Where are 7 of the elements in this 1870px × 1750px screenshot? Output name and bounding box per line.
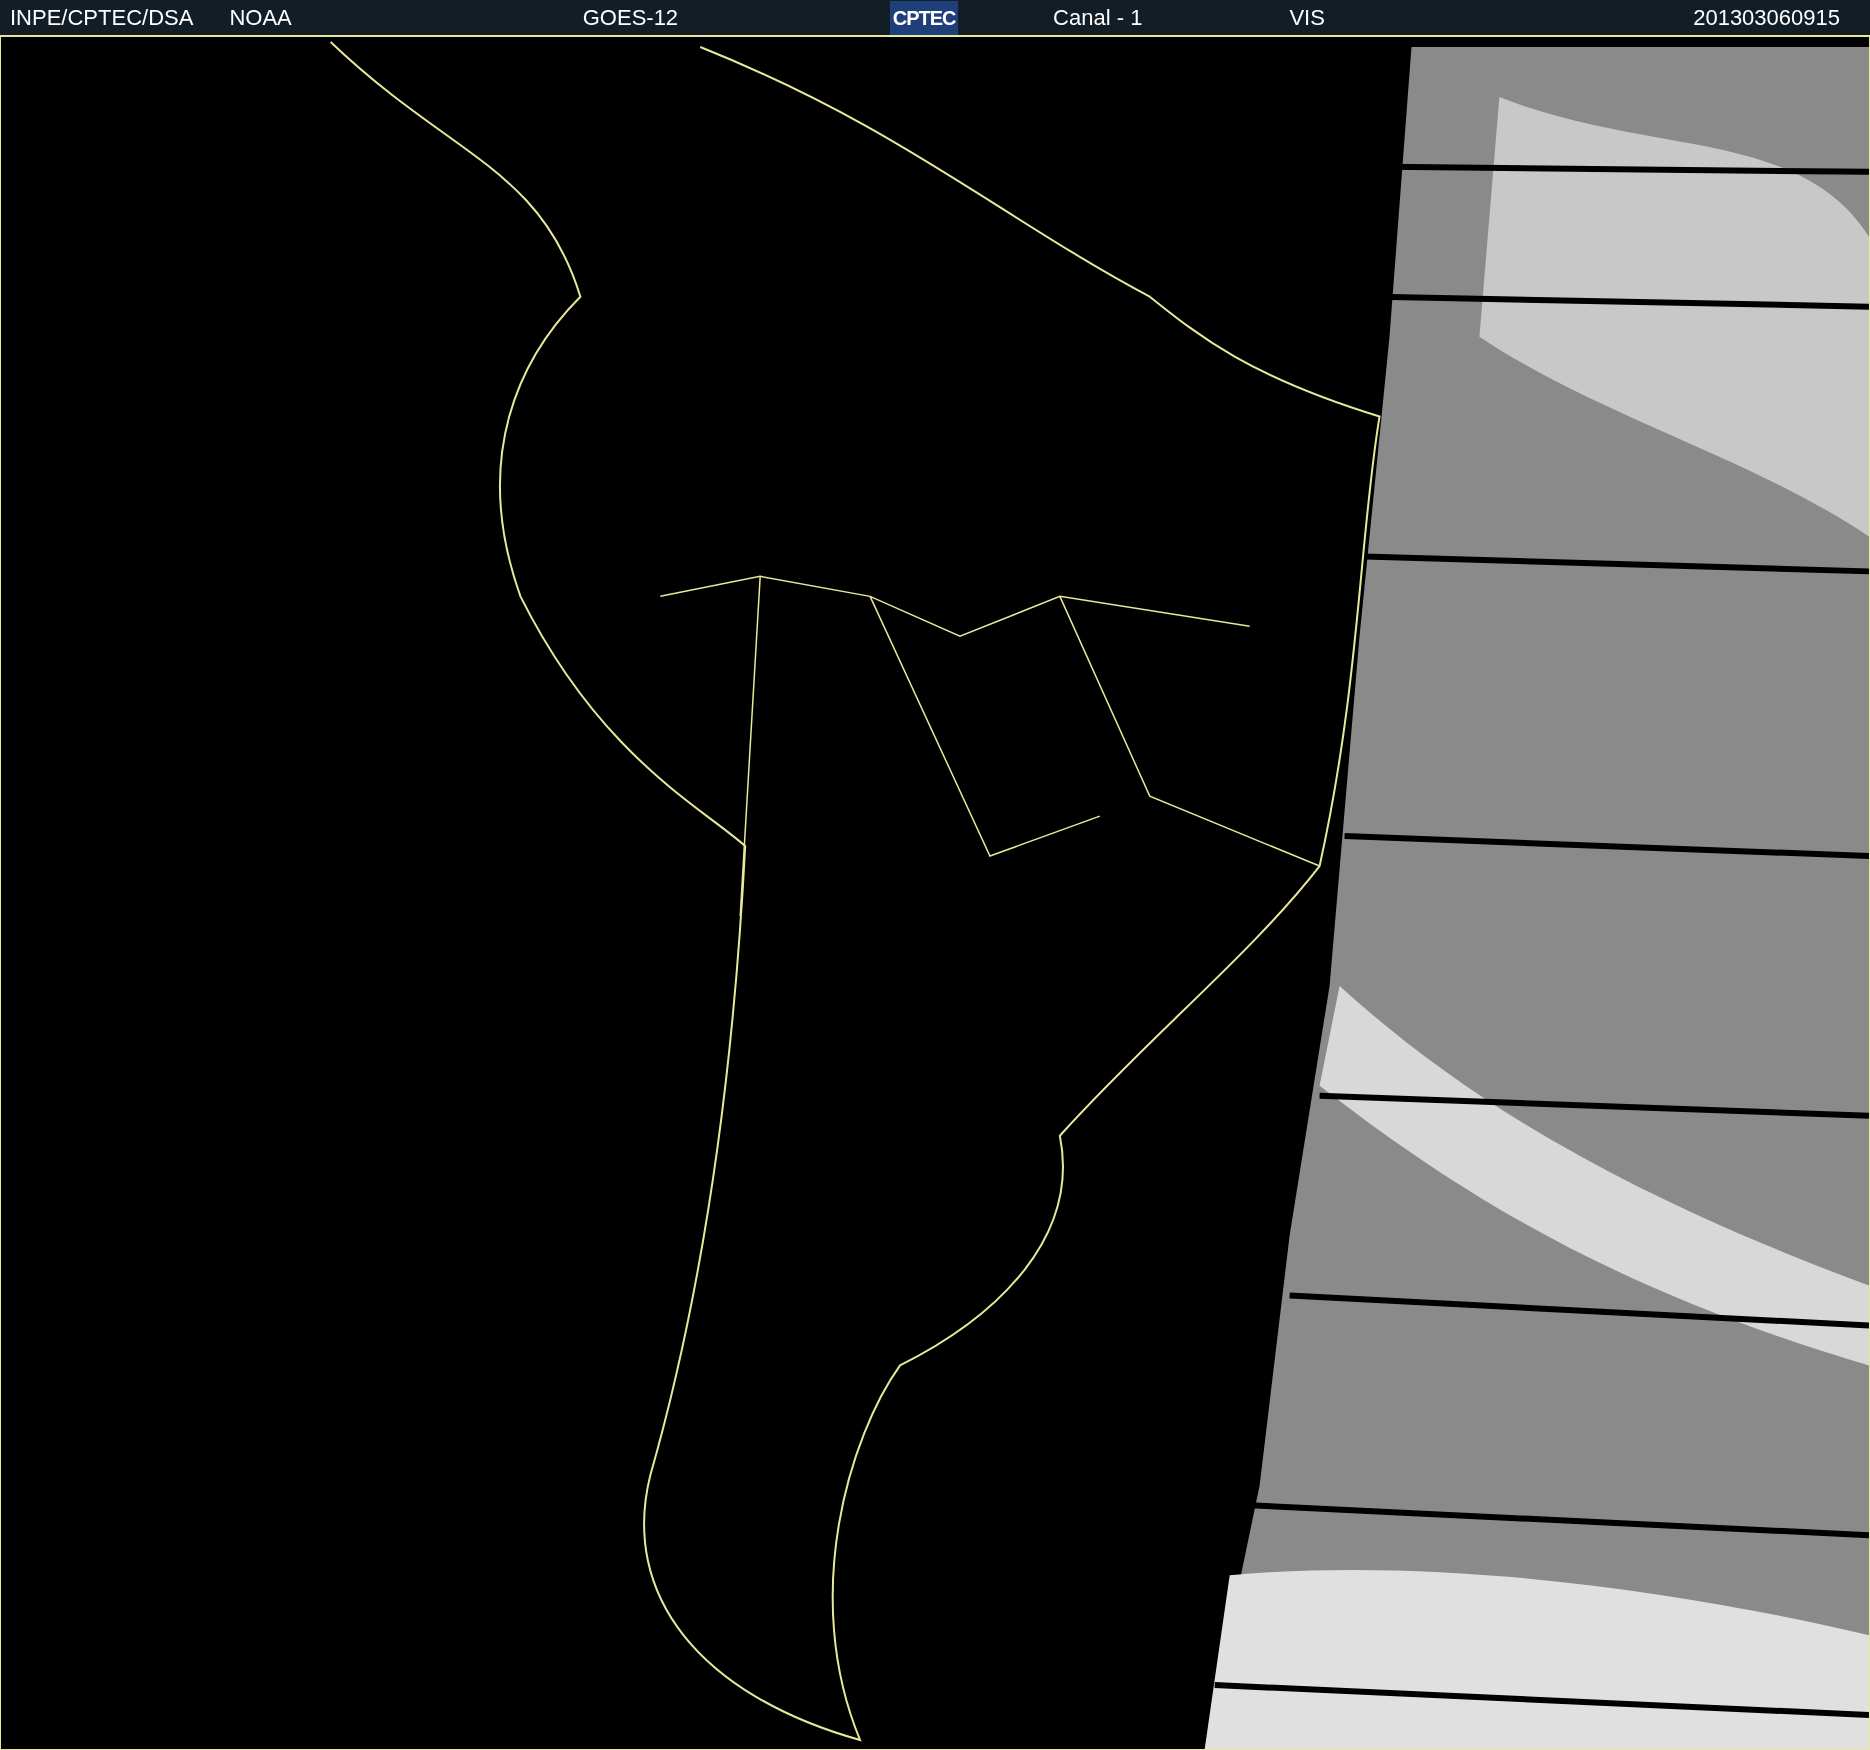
- agency-label: NOAA: [229, 6, 292, 29]
- logo-text: CPTEC: [892, 7, 956, 28]
- band-label: VIS: [1289, 6, 1325, 29]
- channel-label: Canal - 1: [1053, 6, 1143, 29]
- institution-label: INPE/CPTEC/DSA: [10, 6, 194, 29]
- satellite-label: GOES-12: [582, 6, 679, 29]
- timestamp-label: 201303060915: [1693, 6, 1840, 29]
